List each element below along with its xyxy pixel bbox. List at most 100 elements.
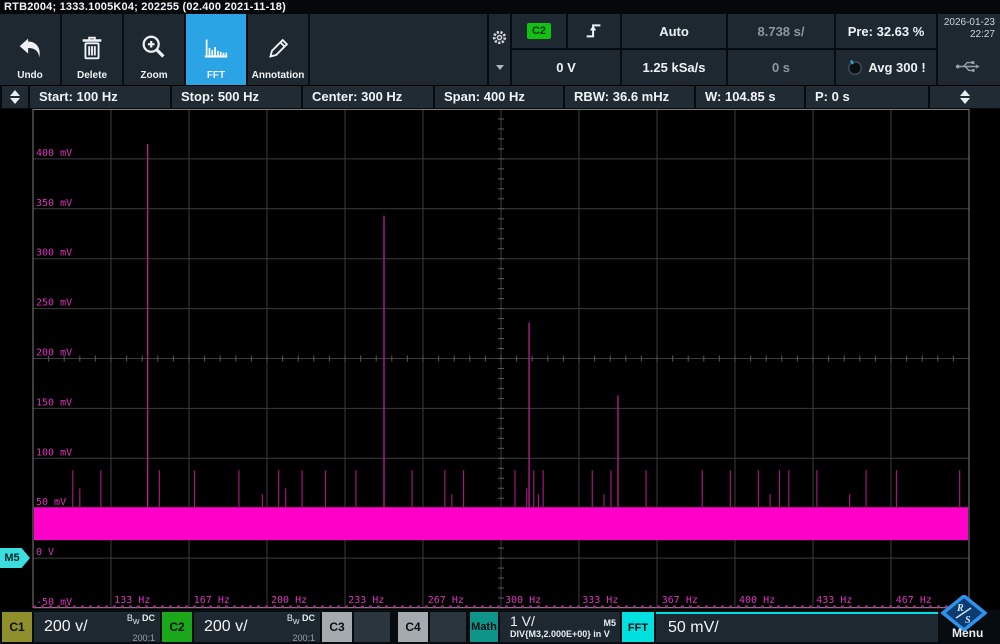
fft-badge[interactable]: FFT (622, 612, 654, 642)
channel2-badge-label: C2 (169, 620, 184, 634)
fft-window-value: W: 104.85 s (705, 89, 776, 104)
math-formula: DIV{M3,2.000E+00} in V (510, 629, 616, 639)
channel1-coupling: BW DC (127, 613, 155, 623)
svg-text:400 Hz: 400 Hz (739, 595, 775, 606)
channel1-badge[interactable]: C1 (2, 612, 32, 642)
fft-span-field[interactable]: Span: 400 Hz (435, 86, 563, 108)
channel2-probe-ratio: 200:1 (292, 633, 315, 643)
fft-bar-scroll-left[interactable] (2, 86, 28, 108)
fft-scale-settings[interactable]: 50 mV/ (656, 612, 938, 642)
fft-position-value: P: 0 s (815, 89, 850, 104)
channel4-badge[interactable]: C4 (398, 612, 428, 642)
fft-rbw-field[interactable]: RBW: 36.6 mHz (565, 86, 694, 108)
trigger-source-cell[interactable]: C2 (512, 14, 566, 48)
spectrum-display[interactable]: 400 mV350 mV300 mV250 mV200 mV150 mV100 … (0, 109, 1000, 610)
updown-arrows-icon (10, 90, 20, 104)
undo-icon (15, 33, 45, 68)
channel1-scale: 200 v/ (44, 618, 88, 636)
channel4-settings[interactable] (430, 612, 466, 642)
svg-text:-50 mV: -50 mV (36, 597, 72, 608)
fft-start-value: Start: 100 Hz (39, 89, 118, 104)
rising-edge-icon (583, 19, 605, 44)
fft-span-value: Span: 400 Hz (444, 89, 525, 104)
svg-text:467 Hz: 467 Hz (896, 595, 932, 606)
fft-start-field[interactable]: Start: 100 Hz (30, 86, 170, 108)
fft-label: FFT (207, 70, 225, 81)
channel2-badge[interactable]: C2 (162, 612, 192, 642)
svg-text:250 mV: 250 mV (36, 298, 72, 309)
datetime-panel[interactable]: 2026-01-23 22:27 (938, 14, 1000, 85)
undo-button[interactable]: Undo (0, 14, 60, 85)
svg-text:200 Hz: 200 Hz (271, 595, 307, 606)
time-value: 22:27 (970, 29, 995, 41)
svg-text:133 Hz: 133 Hz (114, 595, 150, 606)
channel2-scale: 200 v/ (204, 618, 248, 636)
fft-spectrum-icon (201, 33, 231, 68)
updown-arrows-icon (960, 90, 970, 104)
math-scale: 1 V/ (510, 613, 535, 629)
channel3-settings[interactable] (354, 612, 390, 642)
pretrigger-value: Pre: 32.63 % (848, 24, 925, 39)
channel1-probe-ratio: 200:1 (132, 633, 155, 643)
fft-stop-value: Stop: 500 Hz (181, 89, 259, 104)
device-title-bar: RTB2004; 1333.1005K04; 202255 (02.400 20… (0, 0, 1000, 14)
side-settings-strip[interactable] (489, 14, 510, 85)
delete-button[interactable]: Delete (62, 14, 122, 85)
undo-label: Undo (17, 70, 43, 81)
acquisition-cell[interactable]: Avg 300 ! (836, 50, 936, 85)
delete-label: Delete (77, 70, 107, 81)
fft-badge-label: FFT (628, 622, 648, 634)
trigger-mode-cell[interactable]: Auto (622, 14, 726, 48)
fft-trace-plot[interactable]: 400 mV350 mV300 mV250 mV200 mV150 mV100 … (0, 109, 1000, 610)
fft-window-field[interactable]: W: 104.85 s (696, 86, 804, 108)
channel2-settings[interactable]: 200 v/ BW DC 200:1 (194, 612, 320, 642)
zoom-icon (139, 33, 169, 68)
menu-label: Menu (952, 626, 983, 640)
time-offset-cell[interactable]: 0 s (728, 50, 834, 85)
channel1-settings[interactable]: 200 v/ BW DC 200:1 (34, 612, 160, 642)
trigger-level-value: 0 V (556, 60, 576, 75)
svg-text:267 Hz: 267 Hz (428, 595, 464, 606)
annotation-button[interactable]: Annotation (248, 14, 308, 85)
timebase-value: 8.738 s/ (758, 24, 805, 39)
pretrigger-cell[interactable]: Pre: 32.63 % (836, 14, 936, 48)
fft-button[interactable]: FFT (186, 14, 246, 85)
svg-text:433 Hz: 433 Hz (816, 595, 852, 606)
annotation-label: Annotation (252, 70, 305, 81)
sample-rate-cell[interactable]: 1.25 kSa/s (622, 50, 726, 85)
svg-text:167 Hz: 167 Hz (194, 595, 230, 606)
date-value: 2026-01-23 (944, 17, 995, 29)
channel3-badge[interactable]: C3 (322, 612, 352, 642)
sample-rate-value: 1.25 kSa/s (643, 60, 706, 75)
channel4-badge-label: C4 (405, 620, 420, 634)
svg-text:400 mV: 400 mV (36, 148, 72, 159)
timebase-cell[interactable]: 8.738 s/ (728, 14, 834, 48)
knob-icon (846, 59, 864, 77)
math-settings[interactable]: 1 V/ M5 DIV{M3,2.000E+00} in V (500, 612, 620, 642)
zoom-button[interactable]: Zoom (124, 14, 184, 85)
svg-text:350 mV: 350 mV (36, 198, 72, 209)
device-title: RTB2004; 1333.1005K04; 202255 (02.400 20… (4, 1, 286, 13)
fft-stop-field[interactable]: Stop: 500 Hz (172, 86, 301, 108)
math-badge[interactable]: Math (470, 612, 498, 642)
fft-bar-scroll-right[interactable] (930, 86, 1000, 108)
channel1-badge-label: C1 (9, 620, 24, 634)
svg-text:300 mV: 300 mV (36, 248, 72, 259)
fft-rbw-value: RBW: 36.6 mHz (574, 89, 669, 104)
math-ref-label: M5 (603, 618, 616, 628)
svg-text:S: S (965, 615, 971, 626)
fft-center-field[interactable]: Center: 300 Hz (303, 86, 433, 108)
fft-position-field[interactable]: P: 0 s (806, 86, 928, 108)
svg-text:233 Hz: 233 Hz (348, 595, 384, 606)
channel2-coupling: BW DC (287, 613, 315, 623)
svg-text:50 mV: 50 mV (36, 497, 66, 508)
pencil-icon (263, 33, 293, 68)
gear-icon (491, 29, 508, 51)
menu-button[interactable]: Menu (952, 626, 983, 640)
trigger-level-cell[interactable]: 0 V (512, 50, 620, 85)
math-badge-label: Math (471, 621, 497, 633)
fft-settings-bar: Start: 100 Hz Stop: 500 Hz Center: 300 H… (0, 86, 1000, 109)
oscilloscope-screen: RTB2004; 1333.1005K04; 202255 (02.400 20… (0, 0, 1000, 644)
channel-bar: C1 200 v/ BW DC 200:1 C2 200 v/ BW DC 20… (0, 610, 1000, 644)
trigger-slope-cell[interactable] (568, 14, 620, 48)
